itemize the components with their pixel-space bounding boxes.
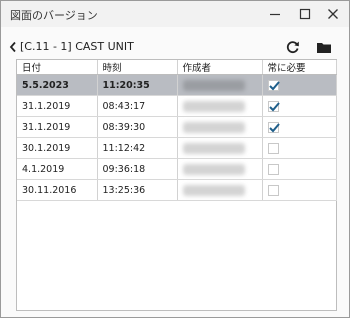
title-bar: 図面のバージョン bbox=[1, 1, 349, 27]
date-cell: 31.1.2019 bbox=[17, 116, 98, 138]
table-row[interactable]: 31.1.201908:43:17 redacted name bbox=[17, 95, 337, 117]
author-cell: redacted name bbox=[177, 137, 263, 159]
column-header-author[interactable]: 作成者 bbox=[177, 60, 263, 75]
always-required-cell bbox=[262, 74, 337, 96]
table-row[interactable]: 5.5.202311:20:35 redacted name bbox=[17, 74, 337, 96]
refresh-button[interactable] bbox=[284, 38, 302, 56]
redacted-author-name: redacted name bbox=[182, 79, 245, 91]
checkmark-icon bbox=[268, 101, 280, 111]
close-icon bbox=[328, 9, 338, 19]
date-cell: 30.11.2016 bbox=[17, 179, 98, 201]
table-row[interactable]: 30.1.201911:12:42 redacted name bbox=[17, 137, 337, 159]
time-cell: 08:39:30 bbox=[97, 116, 178, 138]
always-required-cell bbox=[262, 137, 337, 159]
minimize-icon bbox=[270, 13, 280, 16]
close-button[interactable] bbox=[321, 4, 345, 24]
always-required-checkbox[interactable] bbox=[267, 79, 280, 91]
date-cell: 5.5.2023 bbox=[17, 74, 98, 96]
redacted-author-name: redacted name bbox=[182, 184, 245, 196]
always-required-cell bbox=[262, 179, 337, 201]
date-cell: 31.1.2019 bbox=[17, 95, 98, 117]
content-area: [C.11 - 1] CAST UNIT 日付 時刻 作成者 常に必要 5.5.… bbox=[1, 27, 349, 317]
window-title: 図面のバージョン bbox=[10, 9, 98, 22]
table-row[interactable]: 31.1.201908:39:30 redacted name bbox=[17, 116, 337, 138]
always-required-checkbox[interactable] bbox=[267, 184, 279, 196]
folder-icon bbox=[317, 42, 331, 53]
column-header-date[interactable]: 日付 bbox=[17, 60, 98, 75]
always-required-checkbox[interactable] bbox=[267, 121, 280, 133]
redacted-author-name: redacted name bbox=[182, 100, 245, 112]
redacted-author-name: redacted name bbox=[182, 163, 245, 175]
always-required-cell bbox=[262, 95, 337, 117]
author-cell: redacted name bbox=[177, 95, 263, 117]
date-cell: 30.1.2019 bbox=[17, 137, 98, 159]
always-required-cell bbox=[262, 158, 337, 180]
drawing-title: [C.11 - 1] CAST UNIT bbox=[20, 40, 134, 53]
minimize-button[interactable] bbox=[263, 4, 287, 24]
time-cell: 13:25:36 bbox=[97, 179, 178, 201]
always-required-checkbox[interactable] bbox=[267, 100, 280, 112]
time-cell: 11:20:35 bbox=[97, 74, 178, 96]
author-cell: redacted name bbox=[177, 74, 263, 96]
chevron-left-icon bbox=[9, 41, 16, 53]
maximize-button[interactable] bbox=[293, 4, 317, 24]
open-folder-button[interactable] bbox=[314, 38, 334, 56]
column-header-always-required[interactable]: 常に必要 bbox=[262, 60, 337, 75]
always-required-checkbox[interactable] bbox=[267, 163, 279, 175]
redacted-author-name: redacted name bbox=[182, 121, 245, 133]
always-required-cell bbox=[262, 116, 337, 138]
date-cell: 4.1.2019 bbox=[17, 158, 98, 180]
maximize-icon bbox=[299, 8, 311, 20]
table-header-row: 日付 時刻 作成者 常に必要 bbox=[17, 60, 337, 75]
header-row: [C.11 - 1] CAST UNIT bbox=[1, 37, 349, 57]
redacted-author-name: redacted name bbox=[182, 142, 245, 154]
author-cell: redacted name bbox=[177, 158, 263, 180]
time-cell: 09:36:18 bbox=[97, 158, 178, 180]
back-button[interactable] bbox=[7, 39, 19, 55]
time-cell: 08:43:17 bbox=[97, 95, 178, 117]
author-cell: redacted name bbox=[177, 179, 263, 201]
table-row[interactable]: 30.11.201613:25:36 redacted name bbox=[17, 179, 337, 201]
versions-table: 日付 時刻 作成者 常に必要 5.5.202311:20:35 redacted … bbox=[16, 59, 337, 311]
checkmark-icon bbox=[268, 122, 280, 132]
table-row[interactable]: 4.1.201909:36:18 redacted name bbox=[17, 158, 337, 180]
author-cell: redacted name bbox=[177, 116, 263, 138]
always-required-checkbox[interactable] bbox=[267, 142, 279, 154]
column-header-time[interactable]: 時刻 bbox=[97, 60, 178, 75]
versions-window: 図面のバージョン [C.11 - 1] CAST UNIT 日付 時刻 作成者 … bbox=[0, 0, 350, 318]
time-cell: 11:12:42 bbox=[97, 137, 178, 159]
checkmark-icon bbox=[268, 80, 280, 90]
refresh-icon bbox=[286, 41, 299, 53]
